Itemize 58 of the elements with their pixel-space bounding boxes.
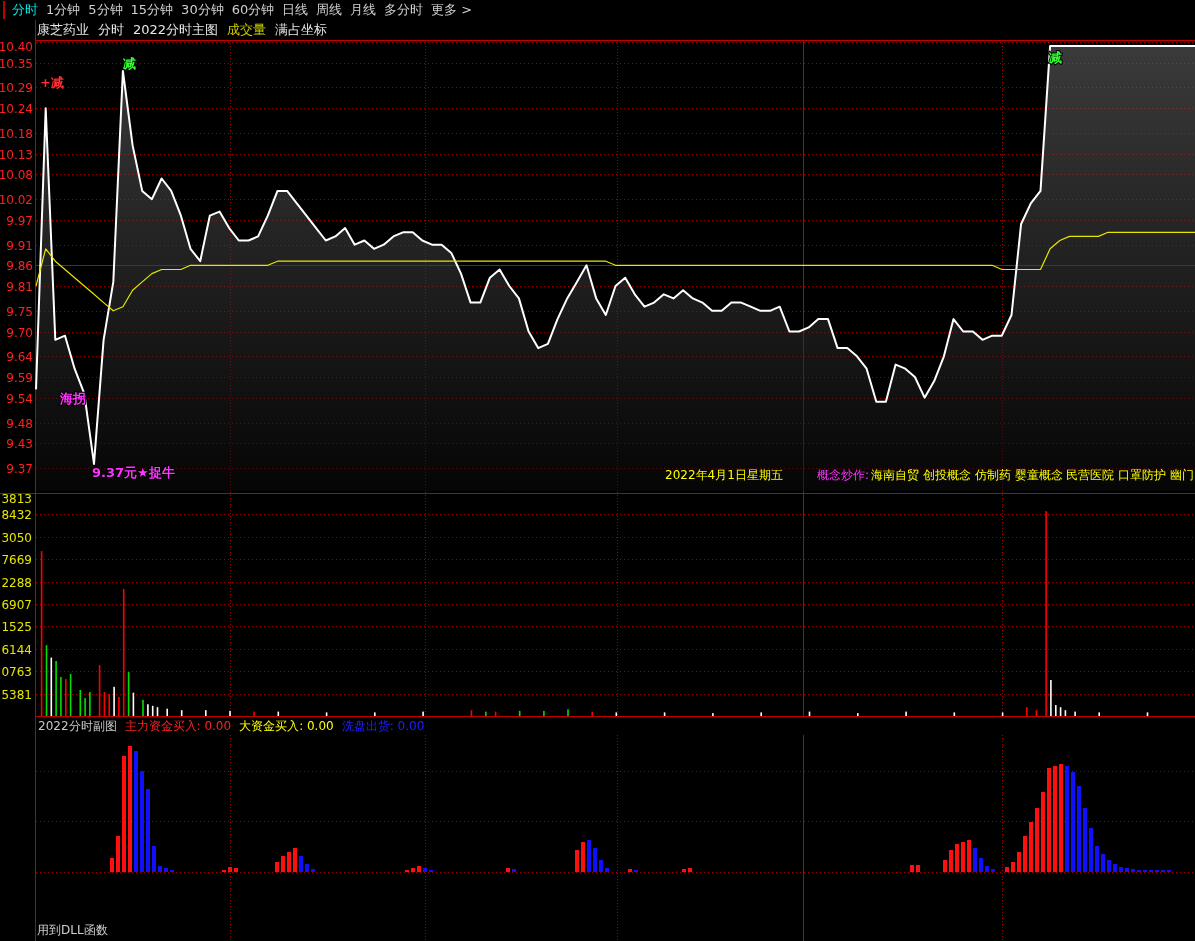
signal-label: +减 [40, 75, 64, 90]
axis-label: 9.54 [6, 391, 33, 406]
signal-label: 海拐 [60, 391, 86, 406]
axis-label: 9.59 [6, 371, 33, 385]
axis-label: 6144 [1, 642, 32, 657]
concept-list: 海南自贸 创投概念 仿制药 婴童概念 民营医院 口罩防护 幽门 [871, 468, 1194, 482]
header-label: 2022分时主图 [133, 21, 219, 39]
period-tab[interactable]: 多分时 [380, 1, 428, 19]
axis-label: 9.81 [6, 280, 33, 294]
date-label: 2022年4月1日星期五 [665, 468, 783, 482]
axis-label: 7669 [1, 553, 32, 568]
header-label: 分时 [98, 21, 124, 39]
period-tab[interactable]: 5分钟 [84, 1, 127, 19]
header-label: 成交量 [227, 21, 267, 39]
axis-label: 3050 [1, 530, 32, 545]
axis-label: 9.37 [6, 462, 33, 476]
indicator-value: 主力资金买入: 0.00 [124, 717, 232, 735]
axis-label: 2288 [1, 575, 32, 590]
period-tab[interactable]: 15分钟 [126, 1, 178, 19]
period-tab[interactable]: 更多 > [427, 1, 477, 19]
axis-label: 9.64 [6, 350, 33, 365]
axis-label: 10.13 [0, 147, 33, 162]
period-tab[interactable]: 分时 [8, 1, 42, 19]
footnote: 用到DLL函数 [37, 922, 108, 939]
axis-label: 0763 [1, 665, 32, 680]
indicator-title: 2022分时副图 [38, 717, 117, 735]
header-label: 康芝药业 [37, 21, 89, 39]
axis-label: 9.97 [6, 213, 33, 228]
axis-label: 9.43 [6, 437, 33, 452]
concept-label: 概念炒作: [817, 468, 870, 482]
period-tab[interactable]: 周线 [312, 1, 347, 19]
period-tab[interactable]: 日线 [278, 1, 313, 19]
signal-label: 9.37元★捉牛 [92, 465, 175, 480]
header-label: 满占坐标 [275, 21, 328, 39]
signal-label: 减 [123, 56, 136, 71]
period-tab[interactable]: 月线 [346, 1, 381, 19]
period-tab[interactable]: 60分钟 [227, 1, 279, 19]
indicator-value: 大资金买入: 0.00 [239, 717, 334, 735]
axis-label: 9.86 [6, 259, 33, 274]
period-tab[interactable]: 30分钟 [177, 1, 228, 19]
axis-label: 1525 [1, 620, 32, 635]
axis-label: 6907 [1, 598, 32, 612]
axis-label: 10.18 [0, 127, 33, 141]
axis-label: 9.75 [6, 304, 33, 319]
axis-label: 10.24 [0, 102, 33, 117]
axis-label: 9.91 [6, 238, 33, 253]
axis-label: 9.48 [6, 416, 33, 431]
period-tab[interactable]: 1分钟 [42, 1, 85, 19]
indicator-value: 洗盘出货: 0.00 [341, 717, 425, 735]
axis-label: 10.35 [0, 56, 33, 71]
axis-label: 5381 [1, 687, 32, 702]
axis-label: 9.70 [6, 325, 33, 340]
axis-label: 10.08 [0, 168, 33, 183]
axis-label: 10.02 [0, 193, 33, 208]
axis-label: 3813 [1, 492, 32, 506]
axis-label: 10.29 [0, 81, 33, 96]
axis-label: 8432 [1, 508, 32, 523]
axis-label: 10.40 [0, 40, 33, 54]
